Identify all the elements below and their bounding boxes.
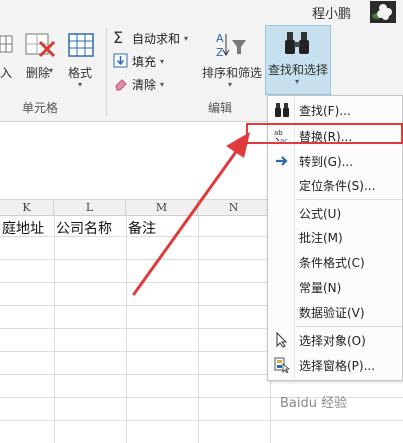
gridline: [0, 420, 403, 421]
column-header-k[interactable]: K: [0, 200, 54, 216]
avatar[interactable]: [370, 1, 396, 23]
chevron-down-icon: ▾: [228, 80, 233, 89]
eraser-icon: [113, 76, 129, 92]
menu-item-label: 批注(M): [299, 230, 343, 245]
sort-filter-label: 排序和筛选: [202, 66, 263, 80]
autosum-button[interactable]: Σ 自动求和 ▾: [113, 28, 188, 48]
menu-item-label: 常量(N): [299, 280, 342, 295]
clear-button[interactable]: 清除 ▾: [113, 74, 164, 94]
menu-item-label: 转到(G)...: [299, 154, 354, 169]
chevron-down-icon: ▾: [160, 56, 165, 66]
binoculars-icon: [285, 32, 309, 54]
sort-filter-button[interactable]: A Z 排序和筛选 ▾: [200, 28, 264, 90]
user-strip: 程小鹏: [0, 0, 403, 24]
menu-item-label: 公式(U): [299, 206, 342, 221]
format-button[interactable]: 格式 ▾: [64, 28, 100, 89]
sigma-icon: Σ: [113, 28, 124, 47]
format-cells-icon: [68, 33, 94, 57]
menu-item-label: 数据验证(V): [299, 305, 365, 320]
find-select-button[interactable]: 查找和选择 ▾: [265, 25, 331, 95]
menu-item-goto-special[interactable]: 定位条件(S)...: [268, 173, 402, 197]
menu-item-label: 条件格式(C): [299, 255, 365, 270]
insert-button[interactable]: 入: [0, 28, 14, 82]
cells-group-label: 单元格: [22, 101, 59, 115]
gridline: [198, 216, 199, 443]
insert-label: 入: [0, 66, 13, 80]
fill-button[interactable]: 填充 ▾: [113, 51, 164, 71]
group-separator: [106, 28, 107, 116]
menu-item-constants[interactable]: 常量(N): [268, 275, 402, 299]
fill-label: 填充: [132, 54, 157, 69]
watermark: Baidu 经验: [280, 396, 348, 411]
highlight-box: [246, 123, 403, 144]
arrow-right-icon: [276, 156, 288, 166]
selection-pane-icon: [274, 357, 290, 373]
cursor-icon: [276, 332, 288, 348]
menu-separator: [296, 326, 402, 327]
edit-group-label: 编辑: [208, 101, 233, 115]
menu-item-formulas[interactable]: 公式(U): [268, 201, 402, 225]
gridline: [54, 216, 55, 443]
menu-item-label: 选择窗格(P)...: [299, 358, 376, 373]
menu-item-label: 选择对象(O): [299, 333, 366, 348]
column-header-n[interactable]: N: [198, 200, 270, 216]
gridline: [126, 216, 127, 443]
chevron-down-icon: ▾: [295, 77, 300, 86]
clear-label: 清除: [132, 77, 157, 92]
cell-l1[interactable]: 公司名称: [56, 218, 112, 238]
cell-m1[interactable]: 备注: [128, 218, 156, 238]
menu-item-label: 查找(F)...: [299, 103, 351, 118]
menu-item-conditional-formatting[interactable]: 条件格式(C): [268, 250, 402, 274]
menu-item-data-validation[interactable]: 数据验证(V): [268, 300, 402, 324]
sort-filter-icon: A Z: [216, 32, 246, 59]
find-select-label: 查找和选择: [268, 63, 329, 77]
menu-item-find[interactable]: 查找(F)...: [268, 98, 402, 122]
chevron-down-icon: ▾: [78, 80, 83, 89]
menu-item-comments[interactable]: 批注(M): [268, 225, 402, 249]
delete-cells-icon: [25, 33, 56, 58]
svg-text:A: A: [216, 32, 224, 45]
menu-item-select-objects[interactable]: 选择对象(O): [268, 328, 402, 352]
insert-cells-icon: [0, 35, 13, 53]
chevron-down-icon: ▾: [160, 79, 165, 89]
menu-item-label: 定位条件(S)...: [299, 178, 376, 193]
format-label: 格式: [68, 66, 93, 80]
delete-label: 删除: [26, 66, 51, 80]
menu-separator: [296, 199, 402, 200]
chevron-down-icon: ▾: [49, 66, 54, 75]
autosum-label: 自动求和: [132, 31, 181, 46]
user-name[interactable]: 程小鹏: [312, 3, 351, 22]
column-header-l[interactable]: L: [54, 200, 126, 216]
cell-k1[interactable]: 庭地址: [2, 218, 44, 238]
column-header-m[interactable]: M: [126, 200, 198, 216]
chevron-down-icon: ▾: [184, 33, 189, 43]
delete-button[interactable]: 删除 ▾: [22, 28, 56, 82]
binoculars-icon: [275, 103, 289, 117]
menu-item-selection-pane[interactable]: 选择窗格(P)...: [268, 353, 402, 377]
svg-text:Z: Z: [216, 46, 224, 59]
menu-item-goto[interactable]: 转到(G)...: [268, 149, 402, 173]
fill-down-icon: [113, 53, 129, 69]
